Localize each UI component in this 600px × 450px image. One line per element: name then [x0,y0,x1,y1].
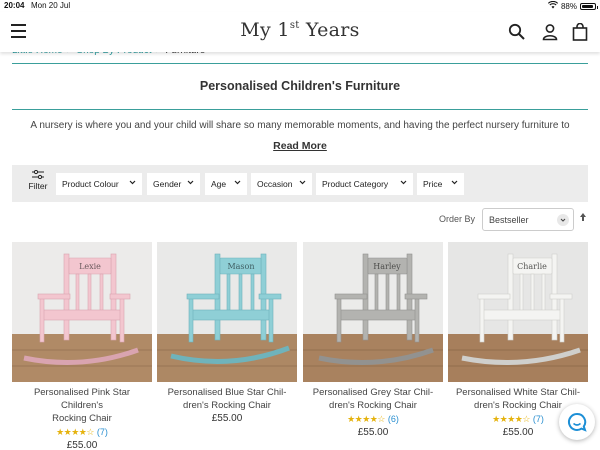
filter-gender[interactable]: Gender [147,173,200,195]
chevron-down-icon [451,180,458,185]
product-image[interactable]: Harley [303,242,443,382]
review-count[interactable]: (6) [388,414,399,424]
chevron-down-icon [299,180,306,185]
filter-product-colour[interactable]: Product Colour [56,173,142,195]
divider-bottom [12,109,588,110]
sliders-icon [32,170,44,179]
filter-label: Filter [28,181,48,191]
engraving-text: Lexie [79,262,101,271]
product-name[interactable]: Personalised Pink Star Children's Rocking… [12,386,152,425]
chevron-down-icon [400,180,407,185]
review-count[interactable]: (7) [97,427,108,437]
product-name[interactable]: Personalised Blue Star Chil-dren's Rocki… [157,386,297,412]
product-price: £55.00 [357,427,389,438]
order-by-select[interactable]: Bestseller [482,208,574,231]
product-name[interactable]: Personalised Grey Star Chil-dren's Rocki… [303,386,443,412]
chevron-down-icon [129,180,136,185]
filter-product-category[interactable]: Product Category [316,173,413,195]
status-bar: 20:04 Mon 20 Jul 88% [0,0,600,12]
product-image[interactable]: Mason [157,242,297,382]
chat-bubble-icon [568,412,587,432]
chevron-down-icon [557,214,569,226]
status-date: Mon 20 Jul [31,1,71,10]
site-header: My 1st Years [0,12,600,52]
search-icon[interactable] [508,23,526,41]
star-rating-icon: ★★★★☆ [347,414,385,424]
engraving-text: Charlie [517,262,547,271]
chevron-down-icon [234,180,241,185]
filter-age[interactable]: Age [205,173,247,195]
product-card[interactable]: Mason Personalised Blue Star Chil-dren's… [157,242,297,424]
sort-direction-icon[interactable] [579,212,587,225]
intro-text: A nursery is where you and your child wi… [30,120,570,131]
star-rating-icon: ★★★★☆ [56,427,94,437]
bag-icon[interactable] [572,22,590,41]
engraving-text: Mason [227,262,254,271]
account-icon[interactable] [541,23,559,41]
read-more-link[interactable]: Read More [273,140,327,152]
filter-toggle-button[interactable]: Filter [26,170,50,191]
product-price: £55.00 [211,413,243,424]
filter-occasion[interactable]: Occasion [251,173,312,195]
product-image[interactable]: Lexie [12,242,152,382]
product-card[interactable]: Lexie Personalised Pink Star Children's R… [12,242,152,450]
order-by-label: Order By [439,214,476,224]
product-rating: ★★★★☆ (6) [303,413,443,426]
battery-icon [580,2,598,10]
read-more-wrap: Read More [0,140,600,152]
chevron-down-icon [187,180,194,185]
chat-button[interactable] [559,404,595,440]
product-price: £55.00 [66,440,98,450]
star-rating-icon: ★★★★☆ [492,414,530,424]
wifi-icon [547,0,559,11]
review-count[interactable]: (7) [533,414,544,424]
battery-percent: 88% [560,1,577,11]
product-image[interactable]: Charlie [448,242,588,382]
product-rating: ★★★★☆ (7) [12,426,152,439]
divider-top [12,63,588,64]
order-by-value: Bestseller [489,215,529,225]
page-title: Personalised Children's Furniture [199,79,401,93]
filter-price[interactable]: Price [417,173,464,195]
filter-bar: Filter Product Colour Gender Age Occasio… [12,165,588,202]
product-card[interactable]: Harley Personalised Grey Star Chil-dren'… [303,242,443,438]
status-time: 20:04 [4,1,25,10]
engraving-text: Harley [373,262,401,271]
